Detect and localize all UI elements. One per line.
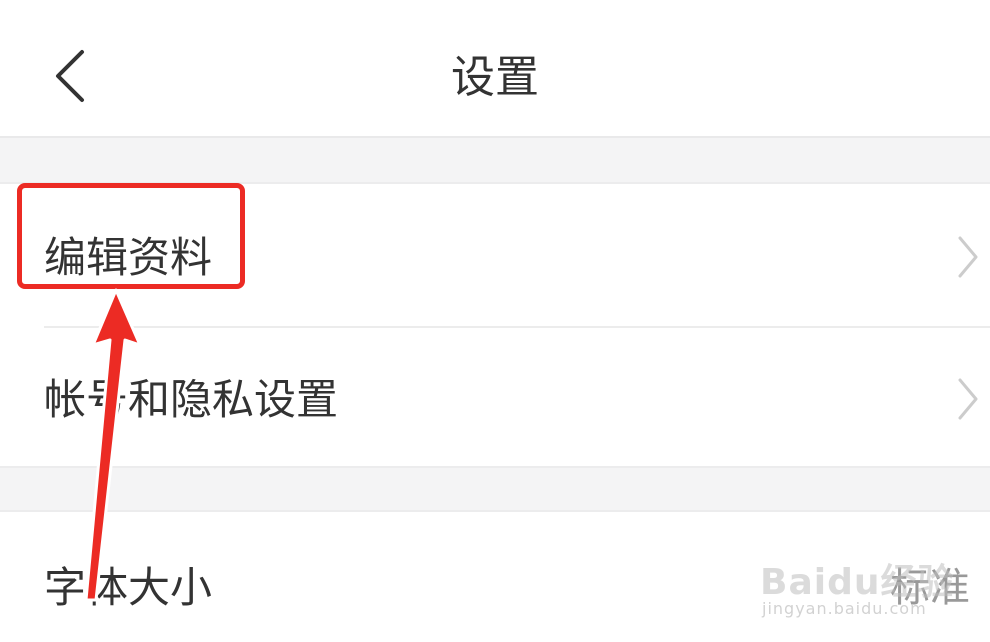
chevron-right-icon bbox=[958, 236, 978, 278]
section-separator bbox=[0, 466, 990, 512]
chevron-right-icon bbox=[958, 378, 978, 420]
settings-item-font-size[interactable]: 字体大小 标准 bbox=[0, 512, 990, 642]
settings-item-edit-profile[interactable]: 编辑资料 bbox=[0, 184, 990, 326]
settings-item-label: 帐号和隐私设置 bbox=[44, 375, 339, 424]
page-title: 设置 bbox=[451, 52, 539, 103]
settings-item-label: 编辑资料 bbox=[44, 233, 213, 282]
header-bar: 设置 bbox=[0, 0, 990, 136]
settings-screen: 设置 编辑资料 帐号和隐私设置 字体大小 标准 Baidu经验 jingyan.… bbox=[0, 0, 990, 642]
font-size-value: 标准 bbox=[890, 565, 970, 611]
section-separator bbox=[0, 136, 990, 184]
settings-item-account-privacy[interactable]: 帐号和隐私设置 bbox=[0, 328, 990, 466]
settings-item-label: 字体大小 bbox=[44, 563, 213, 612]
